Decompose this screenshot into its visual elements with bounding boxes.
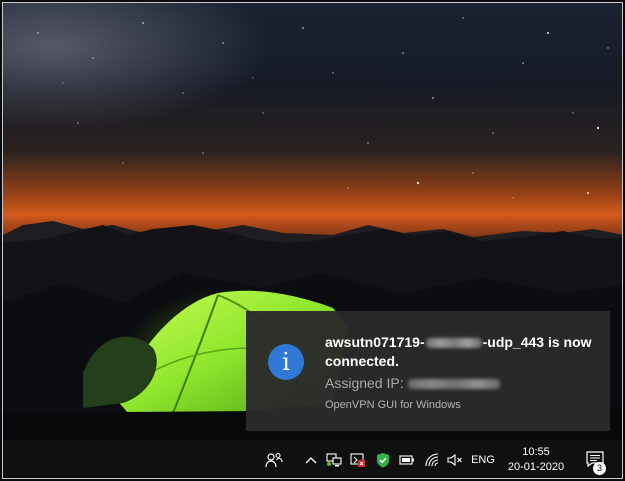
redacted-vpn-id: [425, 338, 482, 349]
chevron-up-icon: [305, 457, 317, 464]
people-icon: [265, 452, 283, 468]
wifi-icon: [425, 453, 439, 467]
notification-count-badge: 3: [593, 462, 606, 475]
network-tray-button[interactable]: [323, 440, 345, 478]
wifi-tray-button[interactable]: [421, 440, 443, 478]
assigned-ip-row: Assigned IP:: [325, 374, 500, 392]
taskbar: ENG 10:55 20-01-2020 3: [3, 440, 622, 478]
battery-icon: [399, 455, 414, 465]
notification-app-name: OpenVPN GUI for Windows: [325, 399, 461, 411]
show-hidden-icons-button[interactable]: [303, 440, 319, 478]
info-icon: i: [268, 344, 304, 380]
screen: i awsutn071719- -udp_443 is now connected…: [2, 2, 623, 479]
security-tray-button[interactable]: [372, 440, 394, 478]
clock-time: 10:55: [522, 446, 550, 458]
openvpn-icon: [350, 453, 365, 467]
redacted-ip-address: [407, 379, 500, 390]
openvpn-connected-toast[interactable]: i awsutn071719- -udp_443 is now connected…: [246, 311, 610, 431]
security-shield-icon: [377, 453, 389, 468]
clock[interactable]: 10:55 20-01-2020: [503, 440, 569, 478]
action-center-button[interactable]: 3: [579, 440, 611, 478]
volume-muted-icon: [447, 454, 462, 466]
vpn-name-prefix: awsutn071719-: [325, 334, 425, 350]
openvpn-tray-button[interactable]: [347, 440, 369, 478]
volume-tray-button[interactable]: [444, 440, 466, 478]
assigned-ip-label: Assigned IP:: [325, 375, 404, 391]
notification-title: awsutn071719- -udp_443 is now connected.: [325, 333, 595, 371]
network-icon: [326, 453, 342, 467]
battery-tray-button[interactable]: [396, 440, 418, 478]
language-indicator[interactable]: ENG: [469, 440, 497, 478]
clock-date: 20-01-2020: [507, 461, 565, 473]
people-button[interactable]: [260, 440, 288, 478]
